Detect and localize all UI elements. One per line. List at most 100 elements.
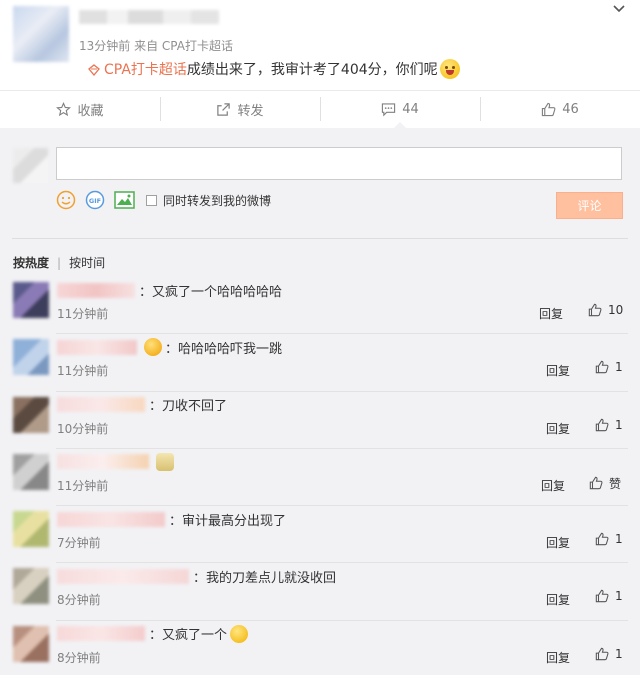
comment-text: ：哈哈哈哈吓我一跳: [165, 341, 283, 357]
comment-like-button[interactable]: 赞: [589, 475, 621, 492]
commenter-name-blurred[interactable]: [57, 568, 189, 584]
comment-like-button[interactable]: 1: [595, 589, 623, 603]
comment-time: 11分钟前: [57, 307, 109, 321]
post-content: CPA打卡超话 成绩出来了，我审计考了404分，你们呢: [88, 59, 460, 79]
repost-to-my-weibo-checkbox[interactable]: 同时转发到我的微博: [146, 192, 271, 209]
comment-list: ：又疯了一个哈哈哈哈哈 11分钟前 回复 10 ：哈哈哈哈吓我一跳 11分钟前 …: [0, 276, 640, 675]
comment-like-button[interactable]: 10: [588, 303, 623, 317]
commenter-avatar[interactable]: [13, 625, 49, 662]
commenter-avatar[interactable]: [13, 339, 49, 376]
thumbs-up-icon: [595, 532, 609, 546]
commenter-name-blurred[interactable]: [57, 282, 135, 298]
comment-text: ：又疯了一个哈哈哈哈哈: [139, 284, 283, 300]
image-icon[interactable]: [114, 191, 135, 209]
reply-button[interactable]: 回复: [546, 362, 570, 379]
comment-like-button[interactable]: 1: [595, 418, 623, 432]
tab-sort-by-time[interactable]: 按时间: [69, 254, 105, 271]
repost-label: 转发: [237, 104, 264, 119]
favorite-button[interactable]: 收藏: [0, 91, 160, 128]
comment-body: ：哈哈哈哈吓我一跳: [57, 338, 283, 357]
commenter-name-blurred[interactable]: [57, 454, 149, 470]
gif-icon[interactable]: GIF: [85, 190, 105, 210]
likes-count: 46: [562, 102, 579, 117]
comment-item: ：又疯了一个哈哈哈哈哈 11分钟前 回复 10: [0, 276, 640, 333]
commenter-name-blurred[interactable]: [57, 626, 145, 642]
comment-item: 11分钟前 回复 赞: [0, 447, 640, 505]
commenter-avatar[interactable]: [13, 396, 49, 433]
tab-sort-by-hot[interactable]: 按热度: [13, 254, 49, 271]
comment-time: 7分钟前: [57, 536, 101, 551]
comment-like-button[interactable]: 1: [595, 360, 623, 374]
checkbox-box[interactable]: [146, 194, 157, 206]
emoji-icon[interactable]: [56, 190, 76, 210]
divider: [12, 238, 628, 239]
comment-text: ：审计最高分出现了: [169, 513, 287, 529]
comment-input[interactable]: [56, 147, 622, 180]
comment-item: ：审计最高分出现了 7分钟前 回复 1: [0, 505, 640, 562]
commenter-avatar[interactable]: [13, 453, 49, 490]
comment-submit-button[interactable]: 评论: [556, 192, 623, 219]
comment-time: 11分钟前: [57, 364, 109, 379]
comment-body: ：又疯了一个哈哈哈哈哈: [57, 282, 283, 300]
thumbs-up-icon: [589, 477, 603, 490]
commenter-avatar[interactable]: [13, 282, 49, 318]
comment-time: 10分钟前: [57, 421, 109, 436]
commenter-name-blurred[interactable]: [57, 397, 145, 413]
post-author-avatar[interactable]: [13, 6, 69, 62]
weibo-post: 13分钟前 来自 CPA打卡超话 CPA打卡超话 成绩出来了，我审计考了404分…: [0, 0, 640, 90]
comment-body: ：又疯了一个: [57, 624, 249, 644]
reply-button[interactable]: 回复: [539, 305, 563, 322]
comment-like-count: 1: [615, 417, 623, 432]
comment-body: ：审计最高分出现了: [57, 511, 287, 529]
comment-item: ：刀收不回了 10分钟前 回复 1: [0, 390, 640, 448]
thumbs-up-icon: [588, 303, 602, 317]
thumbs-up-icon: [595, 647, 609, 660]
comment-text: ：我的刀差点儿就没收回: [193, 570, 337, 586]
comment-like-button[interactable]: 1: [595, 647, 623, 661]
repost-button[interactable]: 转发: [160, 91, 320, 128]
comment-like-count: 1: [615, 360, 623, 375]
comments-button[interactable]: 44: [320, 91, 480, 129]
comment-item: ：哈哈哈哈吓我一跳 11分钟前 回复 1: [0, 333, 640, 390]
comment-like-count: 1: [615, 532, 623, 547]
post-text: 成绩出来了，我审计考了404分，你们呢: [186, 62, 438, 78]
reply-button[interactable]: 回复: [546, 420, 570, 437]
post-meta: 13分钟前 来自 CPA打卡超话: [79, 39, 233, 53]
thumbs-up-icon: [595, 361, 609, 374]
comment-section: GIF 同时转发到我的微博 评论 按热度 | 按时间 ：又疯了一个哈哈哈哈哈 1…: [0, 128, 640, 675]
commenter-name-blurred[interactable]: [57, 511, 165, 527]
comments-count: 44: [402, 102, 419, 117]
reply-button[interactable]: 回复: [546, 591, 570, 608]
star-icon: [56, 102, 72, 117]
comment-time: 8分钟前: [57, 650, 101, 665]
tab-separator: |: [57, 255, 62, 270]
laughing-emoji-icon: [439, 59, 460, 79]
commenter-avatar[interactable]: [13, 511, 49, 548]
like-button[interactable]: 46: [480, 91, 640, 128]
commenter-avatar[interactable]: [13, 568, 49, 605]
reply-button[interactable]: 回复: [541, 477, 565, 494]
comment-text: ：又疯了一个: [149, 628, 228, 644]
thumbs-up-icon: [595, 418, 609, 431]
composer-toolbar: GIF 同时转发到我的微博: [56, 190, 271, 210]
post-author-name-blurred[interactable]: [79, 10, 219, 24]
comment-like-count: 1: [615, 589, 623, 604]
comment-item: ：我的刀差点儿就没收回 8分钟前 回复 1: [0, 562, 640, 619]
comment-body: ：我的刀差点儿就没收回: [57, 568, 337, 586]
share-icon: [217, 103, 231, 116]
heart-eyes-emoji-icon: [144, 338, 162, 357]
action-bar: 收藏 转发 44 46: [0, 90, 640, 129]
sort-tabs: 按热度 | 按时间: [13, 254, 105, 271]
comment-like-button[interactable]: 1: [595, 532, 623, 546]
chevron-down-icon[interactable]: [612, 4, 626, 14]
smile-emoji-icon: [230, 624, 249, 643]
thumbs-up-icon: [542, 102, 556, 117]
comment-item: ：又疯了一个 8分钟前 回复 1: [0, 619, 640, 675]
super-topic-diamond-icon: [88, 64, 100, 76]
reply-button[interactable]: 回复: [546, 534, 570, 551]
comment-body: [57, 452, 174, 471]
topic-link[interactable]: CPA打卡超话: [104, 59, 187, 79]
comment-time: 8分钟前: [57, 593, 101, 608]
reply-button[interactable]: 回复: [546, 649, 570, 666]
commenter-name-blurred[interactable]: [57, 339, 137, 355]
